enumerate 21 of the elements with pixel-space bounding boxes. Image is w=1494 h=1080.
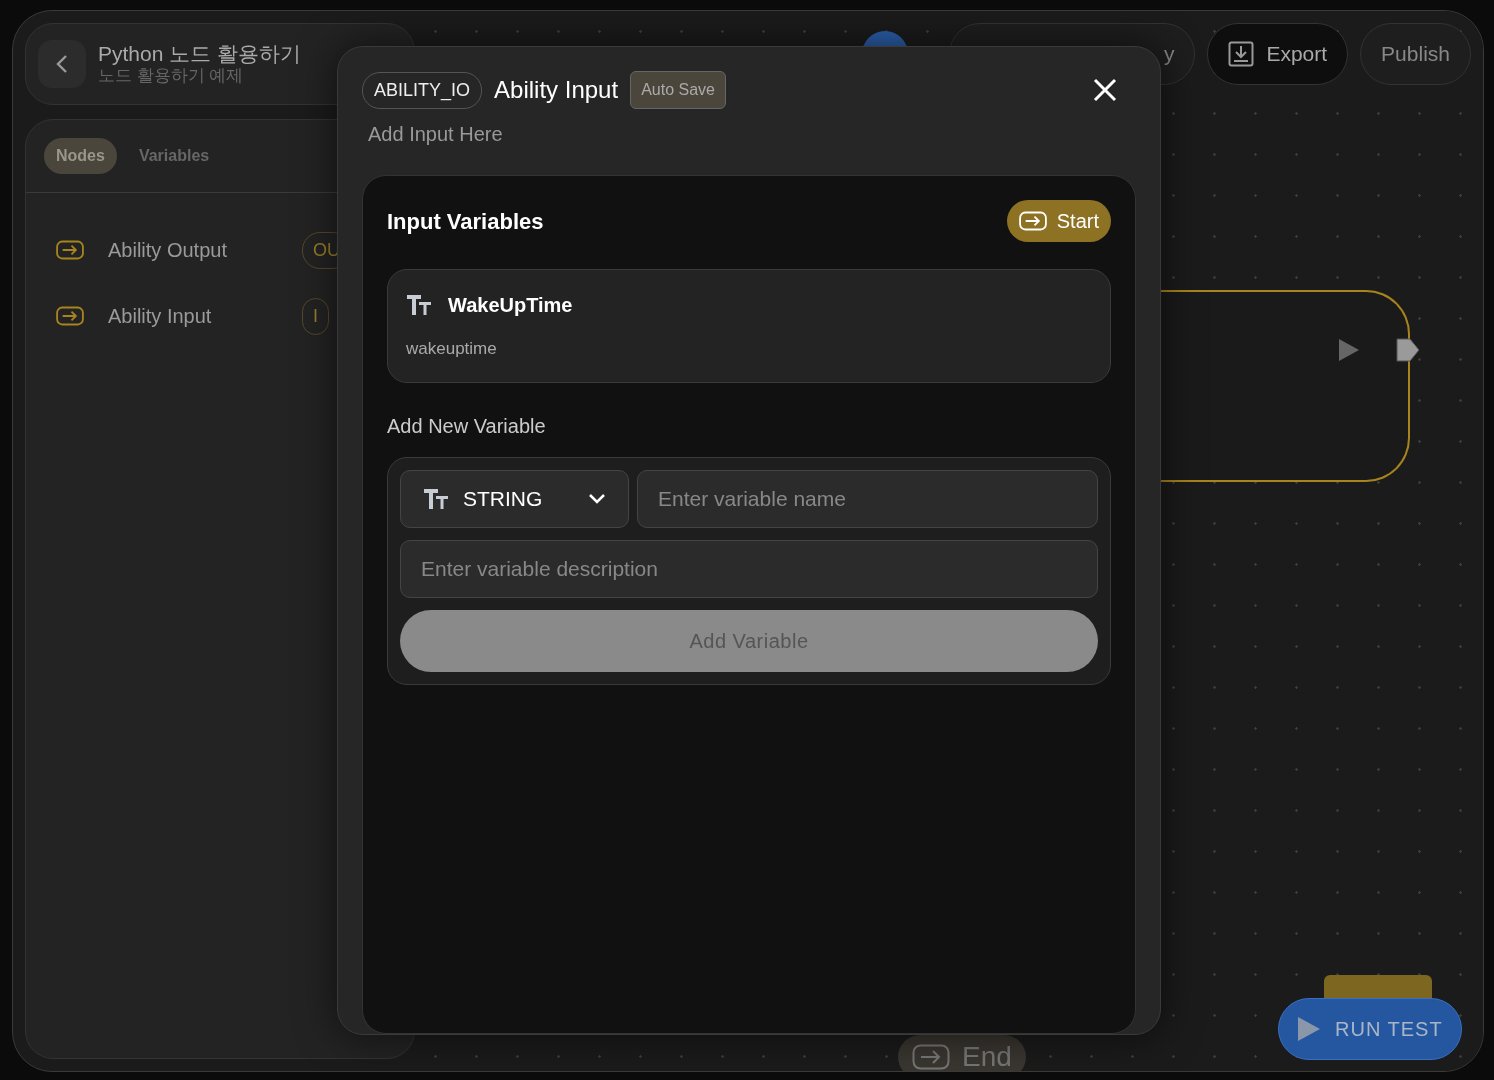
section-subtitle: Add New Variable xyxy=(387,413,547,439)
modal-description: Add Input Here xyxy=(368,122,504,147)
input-field[interactable]: Enter variable name xyxy=(637,469,1098,528)
export-button[interactable]: Export xyxy=(1207,23,1349,85)
project-title: Python 노드 활용하기 xyxy=(98,41,302,67)
publish-button[interactable]: Publish xyxy=(1360,23,1471,85)
section-title: Input Variables xyxy=(387,207,544,236)
node-label: End xyxy=(962,1040,1012,1071)
auto-save-badge: Auto Save xyxy=(630,71,726,109)
project-subtitle: 노드 활용하기 예제 xyxy=(98,66,245,87)
input-field[interactable]: Enter variable description xyxy=(400,539,1098,598)
run-test-button[interactable]: RUN TEST xyxy=(1278,998,1462,1060)
sidebar-tab[interactable]: Variables xyxy=(126,138,222,174)
variable-card[interactable]: WakeUpTime wakeuptime xyxy=(387,269,1111,383)
sidebar-tab[interactable]: Nodes xyxy=(44,138,117,174)
start-button[interactable]: Start xyxy=(1006,200,1111,242)
variable-key: wakeuptime xyxy=(406,336,1092,362)
type-dropdown[interactable]: STRING xyxy=(400,469,629,528)
modal-title: Ability Input xyxy=(494,75,619,105)
node-type-tag: ABILITY_IO xyxy=(362,71,483,109)
variable-name: WakeUpTime xyxy=(448,293,573,318)
